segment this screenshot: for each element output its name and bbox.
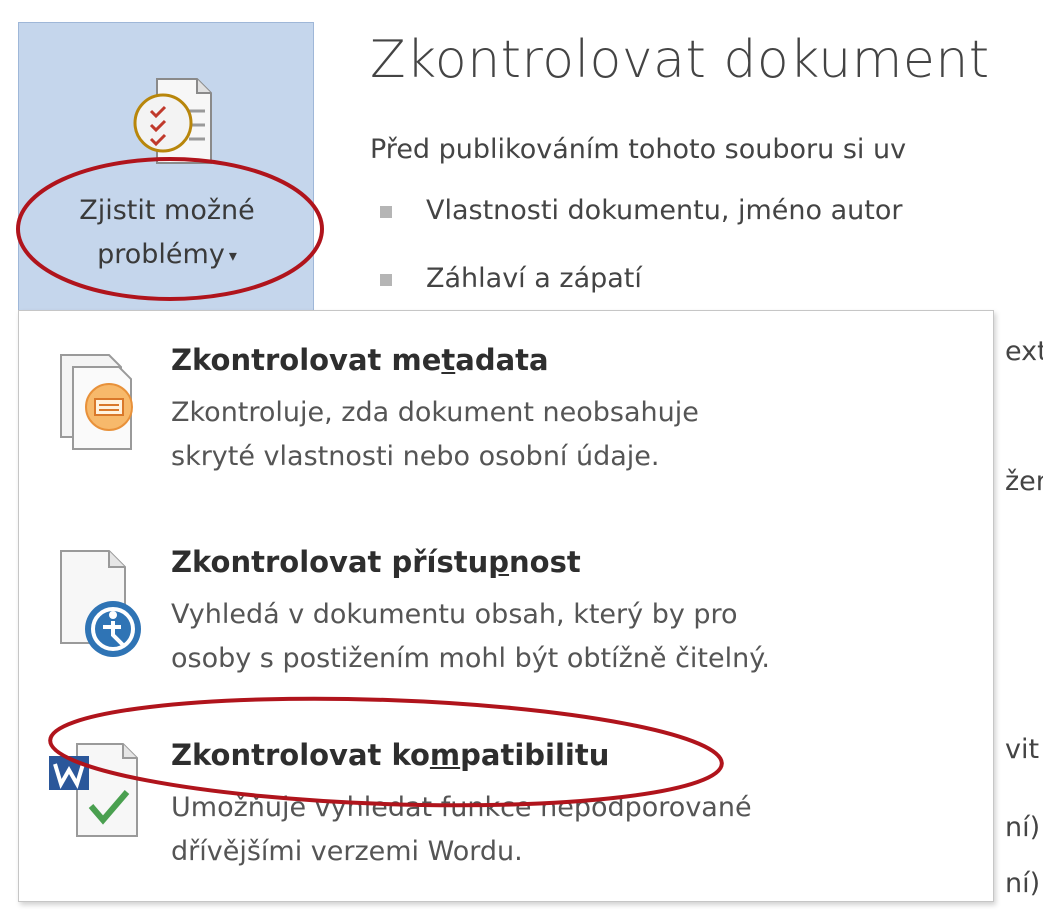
obscured-text-fragment: ní) [1005, 868, 1041, 899]
menu-item-inspect-metadata[interactable]: Zkontrolovat metadata Zkontroluje, zda d… [19, 331, 993, 521]
obscured-text-fragment: ext [1005, 336, 1043, 367]
obscured-text-fragment: žen [1005, 466, 1043, 497]
list-item: Záhlaví a zápatí [380, 263, 642, 294]
inspect-description: Před publikováním tohoto souboru si uv [370, 134, 907, 165]
menu-item-check-compatibility[interactable]: Zkontrolovat kompatibilitu Umožňuje vyhl… [19, 726, 993, 916]
obscured-text-fragment: ní) [1005, 812, 1041, 843]
chevron-down-icon: ▾ [228, 245, 237, 265]
bullet-square-icon [380, 205, 392, 218]
check-for-issues-label-line1: Zjistit možné [79, 195, 255, 226]
inspect-metadata-icon [60, 354, 133, 450]
menu-item-description: Zkontroluje, zda dokument neobsahuje skr… [171, 397, 699, 472]
page-title: Zkontrolovat dokument [370, 30, 990, 90]
menu-item-title: Zkontrolovat přístupnost [171, 545, 581, 579]
checklist-document-icon [133, 78, 212, 164]
obscured-text-fragment: vit [1005, 734, 1040, 765]
list-item: Vlastnosti dokumentu, jméno autor [380, 195, 903, 226]
word-compatibility-icon [49, 743, 138, 837]
menu-item-check-accessibility[interactable]: Zkontrolovat přístupnost Vyhledá v dokum… [19, 533, 993, 723]
check-for-issues-button[interactable]: Zjistit možné problémy ▾ [18, 22, 314, 312]
check-for-issues-menu: Zkontrolovat metadata Zkontroluje, zda d… [18, 310, 994, 902]
menu-item-title: Zkontrolovat kompatibilitu [171, 738, 610, 772]
check-for-issues-label-line2: problémy ▾ [97, 239, 237, 270]
accessibility-check-icon [60, 550, 141, 657]
menu-item-title: Zkontrolovat metadata [171, 343, 549, 377]
bullet-square-icon [380, 273, 392, 286]
menu-item-description: Umožňuje vyhledat funkce nepodporované d… [171, 792, 752, 867]
menu-item-description: Vyhledá v dokumentu obsah, který by pro … [171, 599, 770, 674]
